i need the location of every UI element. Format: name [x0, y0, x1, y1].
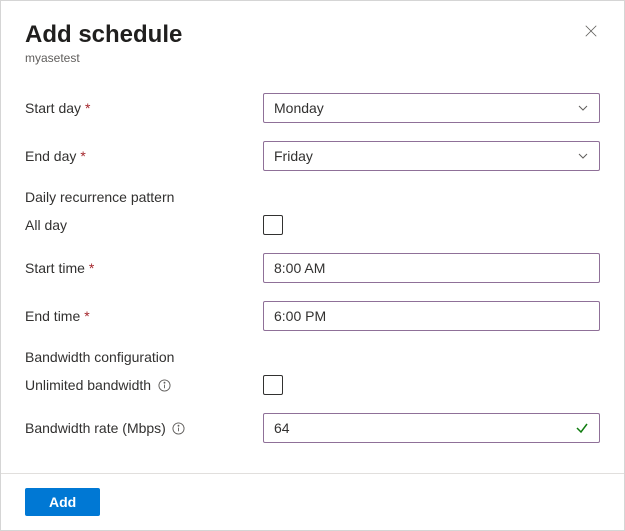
all-day-row: All day: [25, 215, 600, 235]
start-day-label: Start day *: [25, 100, 263, 116]
add-button[interactable]: Add: [25, 488, 100, 516]
start-time-row: Start time * 8:00 AM: [25, 253, 600, 283]
label-text: Unlimited bandwidth: [25, 377, 151, 393]
label-text: Start day: [25, 100, 81, 116]
panel-subtitle: myasetest: [25, 51, 600, 65]
required-marker: *: [84, 308, 89, 324]
required-marker: *: [89, 260, 94, 276]
bandwidth-heading: Bandwidth configuration: [25, 349, 600, 365]
checkmark-icon: [575, 421, 589, 435]
info-icon[interactable]: [157, 378, 171, 392]
input-value: 6:00 PM: [274, 308, 326, 324]
panel-footer: Add: [1, 473, 624, 530]
unlimited-bandwidth-checkbox[interactable]: [263, 375, 283, 395]
input-value: 8:00 AM: [274, 260, 325, 276]
all-day-checkbox[interactable]: [263, 215, 283, 235]
start-time-label: Start time *: [25, 260, 263, 276]
add-schedule-panel: Add schedule myasetest Start day * Monda…: [0, 0, 625, 531]
unlimited-bandwidth-row: Unlimited bandwidth: [25, 375, 600, 395]
end-time-input[interactable]: 6:00 PM: [263, 301, 600, 331]
label-text: End time: [25, 308, 80, 324]
chevron-down-icon: [577, 150, 589, 162]
required-marker: *: [80, 148, 85, 164]
label-text: Bandwidth rate (Mbps): [25, 420, 166, 436]
chevron-down-icon: [577, 102, 589, 114]
end-day-select[interactable]: Friday: [263, 141, 600, 171]
close-button[interactable]: [582, 21, 600, 43]
input-value: 64: [274, 420, 290, 436]
required-marker: *: [85, 100, 90, 116]
start-time-input[interactable]: 8:00 AM: [263, 253, 600, 283]
unlimited-bandwidth-label: Unlimited bandwidth: [25, 377, 263, 393]
end-time-label: End time *: [25, 308, 263, 324]
panel-header: Add schedule: [25, 21, 600, 49]
label-text: Start time: [25, 260, 85, 276]
start-day-row: Start day * Monday: [25, 93, 600, 123]
label-text: End day: [25, 148, 76, 164]
bandwidth-rate-row: Bandwidth rate (Mbps) 64: [25, 413, 600, 443]
end-day-label: End day *: [25, 148, 263, 164]
page-title: Add schedule: [25, 21, 182, 49]
end-time-row: End time * 6:00 PM: [25, 301, 600, 331]
end-day-row: End day * Friday: [25, 141, 600, 171]
select-value: Monday: [274, 100, 324, 116]
start-day-select[interactable]: Monday: [263, 93, 600, 123]
info-icon[interactable]: [172, 421, 186, 435]
bandwidth-rate-input[interactable]: 64: [263, 413, 600, 443]
close-icon: [584, 24, 598, 38]
recurrence-heading: Daily recurrence pattern: [25, 189, 600, 205]
all-day-label: All day: [25, 217, 263, 233]
select-value: Friday: [274, 148, 313, 164]
bandwidth-rate-label: Bandwidth rate (Mbps): [25, 420, 263, 436]
